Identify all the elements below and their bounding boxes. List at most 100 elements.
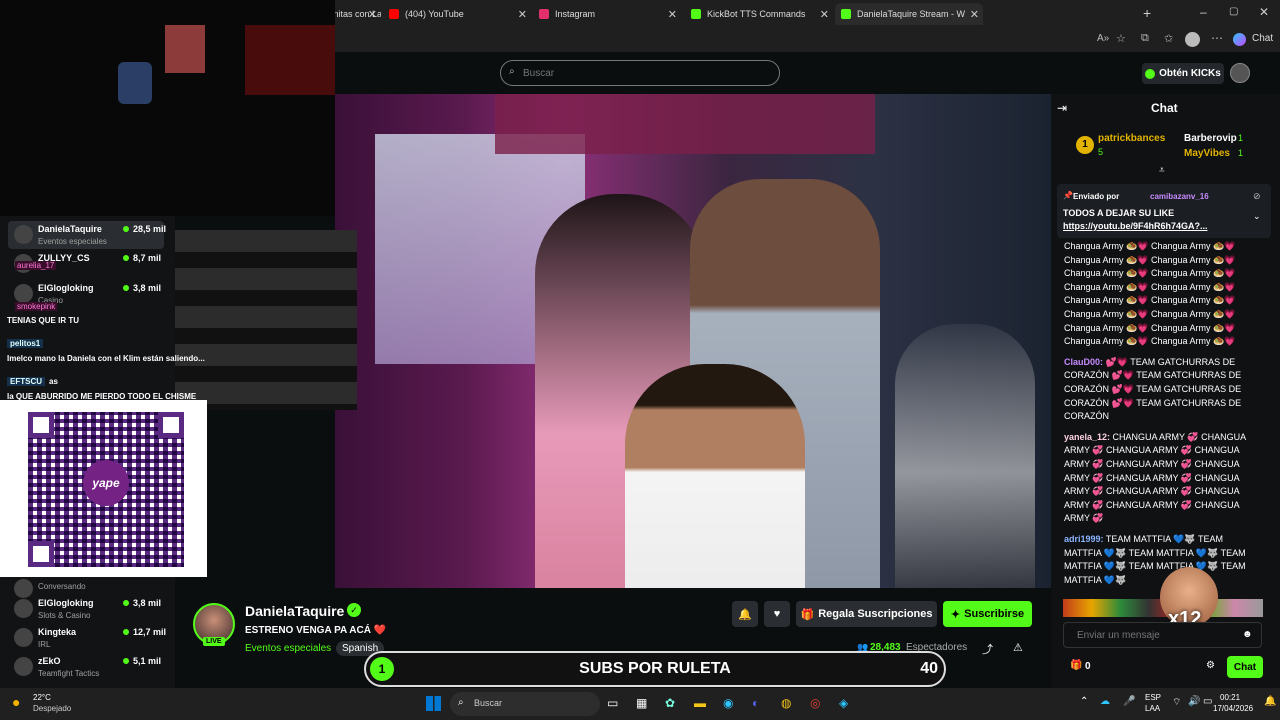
get-kicks-button[interactable]: Obtén KICKs (1142, 63, 1224, 84)
sidebar-channel-name[interactable]: DanielaTaquire (38, 224, 102, 234)
sidebar-avatar[interactable] (14, 284, 33, 303)
chat-username[interactable]: adri1999: (1064, 534, 1104, 544)
report-icon[interactable]: ⚠ (1013, 641, 1023, 654)
windows-start-icon[interactable] (426, 696, 441, 711)
browser-tab[interactable]: KickBot TTS Commands ✕ (685, 3, 833, 25)
edge-icon[interactable]: ◉ (723, 696, 733, 710)
leaderboard-user-2[interactable]: Barberovip (1184, 133, 1237, 144)
expand-leaderboard-icon[interactable]: ⩡ (1159, 165, 1165, 176)
battery-icon[interactable]: ▭ (1203, 696, 1212, 707)
task-view-icon[interactable]: ▭ (607, 696, 618, 710)
more-menu-icon[interactable]: ⋯ (1211, 31, 1223, 45)
search-input[interactable] (500, 60, 780, 86)
chat-message-line: Changua Army 🧆💗 Changua Army 🧆💗 (1064, 240, 1249, 254)
tab-favicon-icon (539, 9, 549, 19)
tab-label: (404) YouTube (405, 9, 464, 19)
points-icon: 🎁 (1070, 660, 1083, 671)
chevron-down-icon[interactable]: ⌄ (1253, 211, 1261, 222)
sidebar-channel-category: Eventos especiales (38, 237, 107, 246)
pin-icon: 📌 (1063, 191, 1073, 200)
file-explorer-icon[interactable]: ▬ (694, 696, 706, 710)
sidebar-avatar[interactable] (14, 599, 33, 618)
notification-bell-button[interactable]: 🔔 (732, 601, 758, 627)
browser-chat-button[interactable]: Chat (1252, 33, 1273, 44)
stream-category[interactable]: Eventos especiales (245, 643, 331, 654)
clock-time[interactable]: 00:21 (1220, 693, 1240, 702)
sidebar-avatar[interactable] (14, 628, 33, 647)
taskbar-search[interactable] (450, 692, 600, 716)
close-window-icon[interactable]: ✕ (1259, 5, 1269, 19)
chat-settings-icon[interactable]: ⚙ (1206, 660, 1215, 671)
app-icon-yellow[interactable]: ◍ (781, 696, 791, 710)
sidebar-avatar[interactable] (14, 579, 33, 598)
mic-icon[interactable]: 🎤 (1123, 696, 1135, 707)
lang-indicator[interactable]: ESP (1145, 693, 1161, 702)
emoji-icon[interactable]: ☻ (1242, 629, 1253, 640)
leaderboard-user-3[interactable]: MayVibes (1184, 148, 1230, 159)
close-tab-icon[interactable]: ✕ (518, 8, 527, 21)
close-tab-icon[interactable]: ✕ (368, 8, 377, 21)
lang-indicator-2[interactable]: LAA (1145, 704, 1160, 713)
extensions-icon[interactable]: ⧉ (1141, 32, 1149, 45)
clock-date[interactable]: 17/04/2026 (1213, 704, 1253, 713)
star-icon: ✦ (950, 608, 961, 621)
channel-name[interactable]: DanielaTaquire (245, 603, 344, 619)
sidebar-channel-name[interactable]: ElGlogloking (38, 283, 94, 293)
sidebar-channel-name[interactable]: Kingteka (38, 627, 76, 637)
minimize-icon[interactable]: – (1200, 5, 1207, 19)
close-tab-icon[interactable]: ✕ (970, 8, 979, 21)
pinned-link[interactable]: https://youtu.be/9F4hR6h74GA?... (1063, 221, 1208, 231)
chat-message-line: ARMY 💞 CHANGUA ARMY 💞 CHANGUA (1064, 485, 1249, 499)
browser-tab[interactable]: DanielaTaquire Stream - W ✕ (835, 3, 983, 25)
copilot-app-icon[interactable]: ✿ (665, 696, 675, 710)
new-tab-icon[interactable]: + (1143, 5, 1151, 21)
chat-text: MATTFIA 💙🐺 TEAM MATTFIA 💙🐺 TEAM (1064, 547, 1246, 558)
chat-text: CORAZÓN 💕💗 TEAM GATCHURRAS DE (1064, 370, 1242, 381)
widgets-icon[interactable]: ▦ (636, 696, 647, 710)
chat-send-button[interactable]: Chat (1227, 656, 1263, 678)
maximize-icon[interactable]: ▢ (1229, 6, 1238, 17)
tab-favicon-icon (841, 9, 851, 19)
wifi-icon[interactable]: ⌔ (1172, 696, 1181, 709)
video-player[interactable] (335, 94, 1051, 588)
volume-icon[interactable]: 🔊 (1188, 696, 1200, 707)
chrome-icon[interactable]: ◎ (810, 696, 820, 710)
follow-heart-button[interactable]: ♥ (764, 601, 790, 627)
app-icon-blue[interactable]: ◈ (839, 696, 848, 710)
subs-roulette-bar: 1 SUBS POR RULETA 40 (364, 651, 946, 687)
chat-message-line: Changua Army 🧆💗 Changua Army 🧆💗 (1064, 335, 1249, 349)
chat-username[interactable]: yanela_12: (1064, 432, 1110, 442)
copilot-icon[interactable] (1233, 33, 1246, 46)
share-icon[interactable]: ⤴ (982, 641, 993, 657)
subscribe-button[interactable]: ✦ Suscribirse (943, 601, 1032, 627)
browser-tab[interactable]: Instagram ✕ (533, 3, 681, 25)
leaderboard-user-1[interactable]: patrickbances (1098, 133, 1165, 144)
chat-message-input[interactable] (1063, 622, 1262, 648)
pinned-user[interactable]: camibazanv_16 (1150, 192, 1209, 201)
onedrive-icon[interactable]: ☁ (1100, 696, 1110, 707)
profile-avatar[interactable] (1185, 32, 1200, 47)
unpin-icon[interactable]: ⊘ (1253, 191, 1261, 202)
gift-subs-button[interactable]: 🎁 Regala Suscripciones (796, 601, 937, 627)
overlay-placeholder-bars (175, 230, 357, 410)
close-tab-icon[interactable]: ✕ (820, 8, 829, 21)
kicks-label: Obtén KICKs (1159, 68, 1221, 79)
browser-tab[interactable]: (404) YouTube ✕ (383, 3, 531, 25)
collapse-chat-icon[interactable]: ⇥ (1057, 101, 1067, 115)
live-dot-icon (123, 629, 129, 635)
notification-icon[interactable]: 🔔 (1264, 696, 1276, 707)
address-bar[interactable]: A» ☆ ⧉ ✩ ⋯ Chat (335, 28, 1280, 52)
tray-chevron-icon[interactable]: ⌃ (1080, 696, 1088, 707)
chat-text: CHANGUA ARMY 💞 CHANGUA (1110, 431, 1247, 442)
favorites-bar-icon[interactable]: ✩ (1164, 32, 1173, 45)
read-aloud-icon[interactable]: A» (1097, 33, 1109, 44)
user-avatar[interactable] (1230, 63, 1250, 83)
favorite-icon[interactable]: ☆ (1116, 32, 1126, 45)
sidebar-avatar[interactable] (14, 657, 33, 676)
chat-username[interactable]: ClauD00: (1064, 357, 1103, 367)
sidebar-channel-name[interactable]: zEkO (38, 656, 61, 666)
sidebar-channel-name[interactable]: ElGlogloking (38, 598, 94, 608)
close-tab-icon[interactable]: ✕ (668, 8, 677, 21)
sidebar-avatar[interactable] (14, 225, 33, 244)
discord-icon[interactable]: ◐ (752, 696, 759, 710)
